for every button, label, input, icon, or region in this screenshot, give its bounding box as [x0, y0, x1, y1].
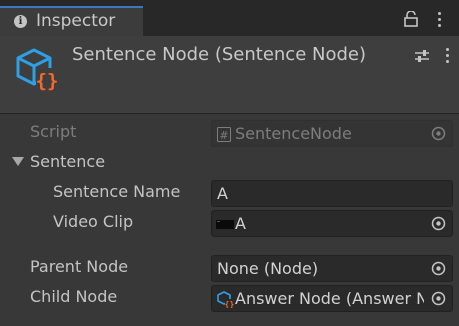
object-picker-icon: [431, 126, 446, 141]
info-icon: i: [14, 15, 27, 28]
foldout-arrow-icon[interactable]: [12, 157, 24, 166]
tab-label: Inspector: [36, 11, 116, 31]
object-picker-icon[interactable]: [431, 216, 446, 231]
script-label: Script: [30, 122, 77, 141]
tab-inspector[interactable]: i Inspector: [0, 6, 143, 36]
sentence-name-input[interactable]: A: [211, 180, 453, 207]
svg-text:{}: {}: [36, 70, 59, 92]
component-header: {} Sentence Node (Sentence Node): [0, 36, 459, 114]
parent-node-value: None (Node): [217, 259, 319, 278]
sentence-name-label: Sentence Name: [53, 182, 181, 201]
presets-icon[interactable]: [414, 49, 430, 63]
child-node-value: Answer Node (Answer Node): [235, 289, 424, 308]
script-cube-icon: {}: [16, 48, 59, 92]
object-picker-icon[interactable]: [431, 291, 446, 306]
parent-node-field[interactable]: None (Node): [211, 255, 453, 282]
script-field: # SentenceNode: [211, 120, 453, 147]
video-clip-field[interactable]: A: [211, 210, 453, 237]
sentence-foldout-label[interactable]: Sentence: [30, 152, 105, 171]
video-clip-icon: [216, 220, 234, 229]
inspector-window: i Inspector {} Sentence Node (Sentence N…: [0, 0, 459, 326]
svg-text:{}: {}: [225, 300, 234, 308]
video-clip-label: Video Clip: [53, 212, 134, 231]
component-title: Sentence Node (Sentence Node): [72, 44, 367, 65]
script-value: SentenceNode: [235, 124, 352, 143]
svg-text:#: #: [219, 129, 228, 142]
child-node-field[interactable]: {} Answer Node (Answer Node): [211, 285, 453, 312]
sentence-name-value: A: [217, 184, 228, 203]
video-clip-value: A: [235, 214, 246, 233]
lock-icon[interactable]: [404, 11, 418, 27]
cs-script-icon: #: [217, 127, 231, 142]
object-picker-icon[interactable]: [431, 261, 446, 276]
more-options-icon[interactable]: [436, 12, 442, 28]
tab-bar: i Inspector: [0, 0, 459, 36]
parent-node-label: Parent Node: [30, 257, 129, 276]
child-node-label: Child Node: [30, 287, 118, 306]
component-menu-icon[interactable]: [444, 48, 450, 64]
node-script-icon: {}: [217, 291, 234, 308]
